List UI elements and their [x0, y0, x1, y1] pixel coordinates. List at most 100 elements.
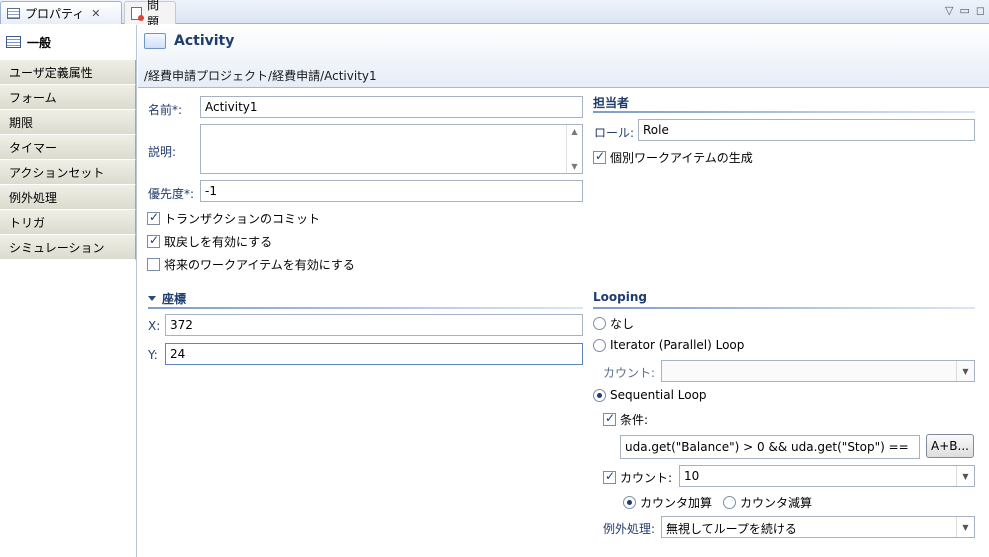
- loop-iterator-option[interactable]: Iterator (Parallel) Loop: [593, 338, 744, 352]
- sidebar-item-label: アクションセット: [9, 165, 105, 180]
- priority-input[interactable]: -1: [200, 180, 583, 202]
- assignee-section-title: 担当者: [593, 94, 629, 111]
- enable-future-workitem-checkbox[interactable]: [147, 258, 160, 271]
- condition-input[interactable]: uda.get("Balance") > 0 && uda.get("Stop"…: [620, 435, 920, 459]
- exception-label: 例外処理:: [603, 522, 656, 536]
- exception-value: 無視してループを続ける: [666, 522, 797, 536]
- description-label: 説明:: [148, 145, 177, 159]
- sidebar-item-label: 例外処理: [9, 190, 58, 205]
- chevron-down-icon[interactable]: ▼: [956, 517, 974, 537]
- iterator-count-label: カウント:: [603, 366, 656, 380]
- coordinates-divider: [148, 307, 583, 309]
- enable-undo-label: 取戻しを有効にする: [164, 235, 273, 249]
- enable-future-workitem-option[interactable]: 将来のワークアイテムを有効にする: [147, 256, 355, 273]
- seq-count-option[interactable]: カウント:: [603, 469, 672, 486]
- loop-sequential-option[interactable]: Sequential Loop: [593, 388, 707, 402]
- loop-iterator-radio[interactable]: [593, 338, 606, 352]
- page-title: Activity: [144, 33, 234, 49]
- scroll-up-icon[interactable]: ▲: [571, 127, 577, 136]
- looping-title-text: Looping: [593, 290, 647, 304]
- description-textarea[interactable]: ▲ ▼: [200, 124, 583, 174]
- individual-workitem-checkbox[interactable]: [593, 149, 606, 164]
- loop-none-label: なし: [610, 317, 635, 331]
- loop-none-radio[interactable]: [593, 317, 606, 330]
- loop-sequential-radio[interactable]: [593, 388, 606, 402]
- element-path: /経費申請プロジェクト/経費申請/Activity1: [144, 69, 377, 83]
- assignee-title-text: 担当者: [593, 96, 630, 110]
- description-scrollbar[interactable]: ▲ ▼: [566, 125, 582, 173]
- general-form: 名前*: Activity1 説明: ▲ ▼ 優先度*: -1 トランザクション…: [138, 89, 989, 557]
- problems-icon: [131, 6, 145, 21]
- view-tab-bar: プロパティ ✕ 問題 ▽ ▭ ◻: [0, 0, 989, 29]
- enable-undo-option[interactable]: 取戻しを有効にする: [147, 233, 272, 250]
- activity-icon: [144, 33, 166, 49]
- commit-transaction-label: トランザクションのコミット: [164, 212, 321, 226]
- y-input[interactable]: 24: [165, 343, 583, 365]
- sidebar-item-trigger[interactable]: トリガ: [0, 210, 136, 235]
- chevron-down-icon[interactable]: ▼: [956, 361, 974, 381]
- looping-divider: [593, 307, 975, 309]
- priority-label: 優先度*:: [148, 187, 195, 201]
- name-input[interactable]: Activity1: [200, 96, 583, 118]
- view-menu-icon[interactable]: ▽: [945, 4, 953, 17]
- sidebar-item-label: 一般: [27, 35, 52, 50]
- enable-undo-checkbox[interactable]: [147, 233, 160, 248]
- sidebar-item-general[interactable]: 一般: [0, 25, 136, 60]
- sidebar-item-label: ユーザ定義属性: [9, 65, 93, 80]
- general-icon: [6, 36, 21, 48]
- sidebar-item-label: タイマー: [9, 140, 58, 155]
- sidebar-item-label: 期限: [9, 115, 34, 130]
- seq-count-label: カウント:: [620, 471, 673, 485]
- sidebar-item-exception[interactable]: 例外処理: [0, 185, 136, 210]
- name-label: 名前*:: [148, 103, 183, 117]
- loop-none-option[interactable]: なし: [593, 315, 634, 332]
- seq-count-value: 10: [684, 469, 700, 483]
- close-icon[interactable]: ✕: [91, 7, 100, 20]
- role-input[interactable]: Role: [638, 119, 975, 141]
- sidebar-item-user-attributes[interactable]: ユーザ定義属性: [0, 60, 136, 85]
- chevron-down-icon[interactable]: ▼: [956, 466, 974, 486]
- sidebar-item-label: シミュレーション: [9, 240, 105, 255]
- commit-transaction-option[interactable]: トランザクションのコミット: [147, 210, 320, 227]
- tab-properties[interactable]: プロパティ ✕: [0, 1, 122, 24]
- sidebar-item-simulation[interactable]: シミュレーション: [0, 235, 136, 260]
- seq-count-combo[interactable]: 10 ▼: [679, 465, 975, 487]
- tab-problems[interactable]: 問題: [124, 0, 176, 29]
- maximize-icon[interactable]: ◻: [976, 4, 985, 17]
- properties-icon: [7, 7, 20, 19]
- page-title-text: Activity: [174, 33, 235, 49]
- scroll-down-icon[interactable]: ▼: [571, 162, 577, 171]
- commit-transaction-checkbox[interactable]: [147, 210, 160, 225]
- seq-count-checkbox[interactable]: [603, 469, 616, 484]
- condition-label: 条件:: [620, 413, 649, 427]
- expression-editor-button[interactable]: A+B...: [926, 434, 974, 458]
- minimize-icon[interactable]: ▭: [959, 4, 969, 17]
- role-label: ロール:: [594, 126, 635, 140]
- sidebar-item-action-set[interactable]: アクションセット: [0, 160, 136, 185]
- sidebar-item-form[interactable]: フォーム: [0, 85, 136, 110]
- x-input[interactable]: 372: [165, 314, 583, 336]
- y-label: Y:: [148, 348, 158, 362]
- exception-combo[interactable]: 無視してループを続ける ▼: [661, 516, 975, 538]
- individual-workitem-label: 個別ワークアイテムの生成: [610, 151, 753, 165]
- count-up-option[interactable]: カウンタ加算: [623, 494, 712, 511]
- individual-workitem-option[interactable]: 個別ワークアイテムの生成: [593, 149, 753, 166]
- x-label: X:: [148, 319, 161, 333]
- category-sidebar: 一般 ユーザ定義属性 フォーム 期限 タイマー アクションセット 例外処理 トリ…: [0, 25, 137, 557]
- count-up-radio[interactable]: [623, 496, 636, 509]
- loop-iterator-label: Iterator (Parallel) Loop: [610, 338, 745, 352]
- sidebar-item-label: フォーム: [9, 90, 57, 105]
- collapse-icon[interactable]: [148, 296, 156, 301]
- condition-checkbox[interactable]: [603, 411, 616, 426]
- count-down-radio[interactable]: [723, 496, 736, 509]
- assignee-divider: [593, 111, 975, 113]
- condition-option[interactable]: 条件:: [603, 411, 648, 428]
- count-down-option[interactable]: カウンタ減算: [723, 494, 812, 511]
- iterator-count-combo[interactable]: ▼: [661, 360, 975, 382]
- coordinates-section-title[interactable]: 座標: [148, 290, 186, 307]
- sidebar-item-deadline[interactable]: 期限: [0, 110, 136, 135]
- loop-sequential-label: Sequential Loop: [610, 388, 707, 402]
- sidebar-item-label: トリガ: [9, 215, 46, 230]
- properties-header: Activity /経費申請プロジェクト/経費申請/Activity1: [138, 25, 989, 88]
- sidebar-item-timer[interactable]: タイマー: [0, 135, 136, 160]
